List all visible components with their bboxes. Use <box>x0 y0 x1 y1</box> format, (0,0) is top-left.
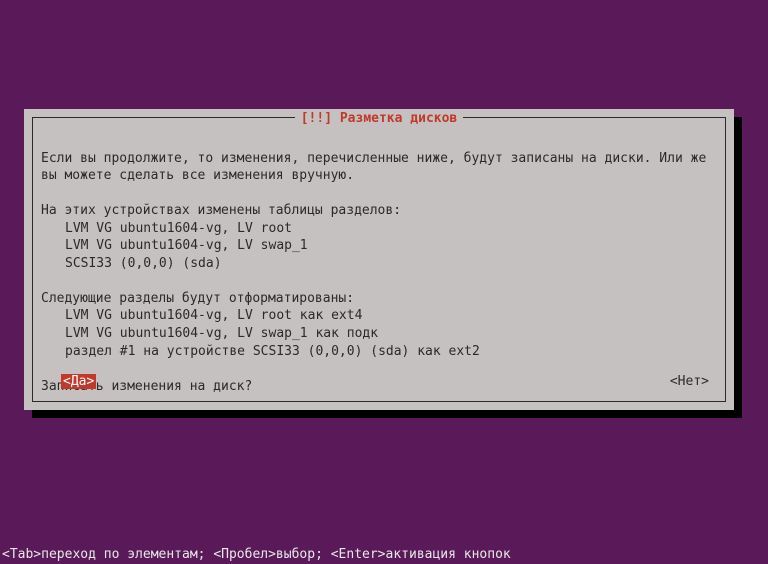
section2-item: LVM VG ubuntu1604-vg, LV swap_1 как подк <box>41 325 717 343</box>
partition-dialog: [!!] Разметка дисков Если вы продолжите,… <box>24 109 734 410</box>
section1-item: LVM VG ubuntu1604-vg, LV root <box>41 220 717 238</box>
dialog-buttons: <Да> <Нет> <box>41 373 717 391</box>
section2-header: Следующие разделы будут отформатированы: <box>41 291 354 306</box>
status-bar: <Tab>переход по элементам; <Пробел>выбор… <box>0 546 768 564</box>
dialog-title-wrap: [!!] Разметка дисков <box>33 110 725 128</box>
dialog-title: [!!] Разметка дисков <box>295 110 464 128</box>
no-button[interactable]: <Нет> <box>668 374 711 389</box>
section1-header: На этих устройствах изменены таблицы раз… <box>41 203 401 218</box>
dialog-content: Если вы продолжите, то изменения, перечи… <box>41 132 717 391</box>
section1-item: SCSI33 (0,0,0) (sda) <box>41 255 717 273</box>
section2-item: раздел #1 на устройстве SCSI33 (0,0,0) (… <box>41 343 717 361</box>
intro-paragraph: Если вы продолжите, то изменения, перечи… <box>41 151 714 184</box>
section1-item: LVM VG ubuntu1604-vg, LV swap_1 <box>41 237 717 255</box>
dialog-inner-border: [!!] Разметка дисков Если вы продолжите,… <box>32 117 726 402</box>
section2-item: LVM VG ubuntu1604-vg, LV root как ext4 <box>41 307 717 325</box>
yes-button[interactable]: <Да> <box>61 374 96 389</box>
